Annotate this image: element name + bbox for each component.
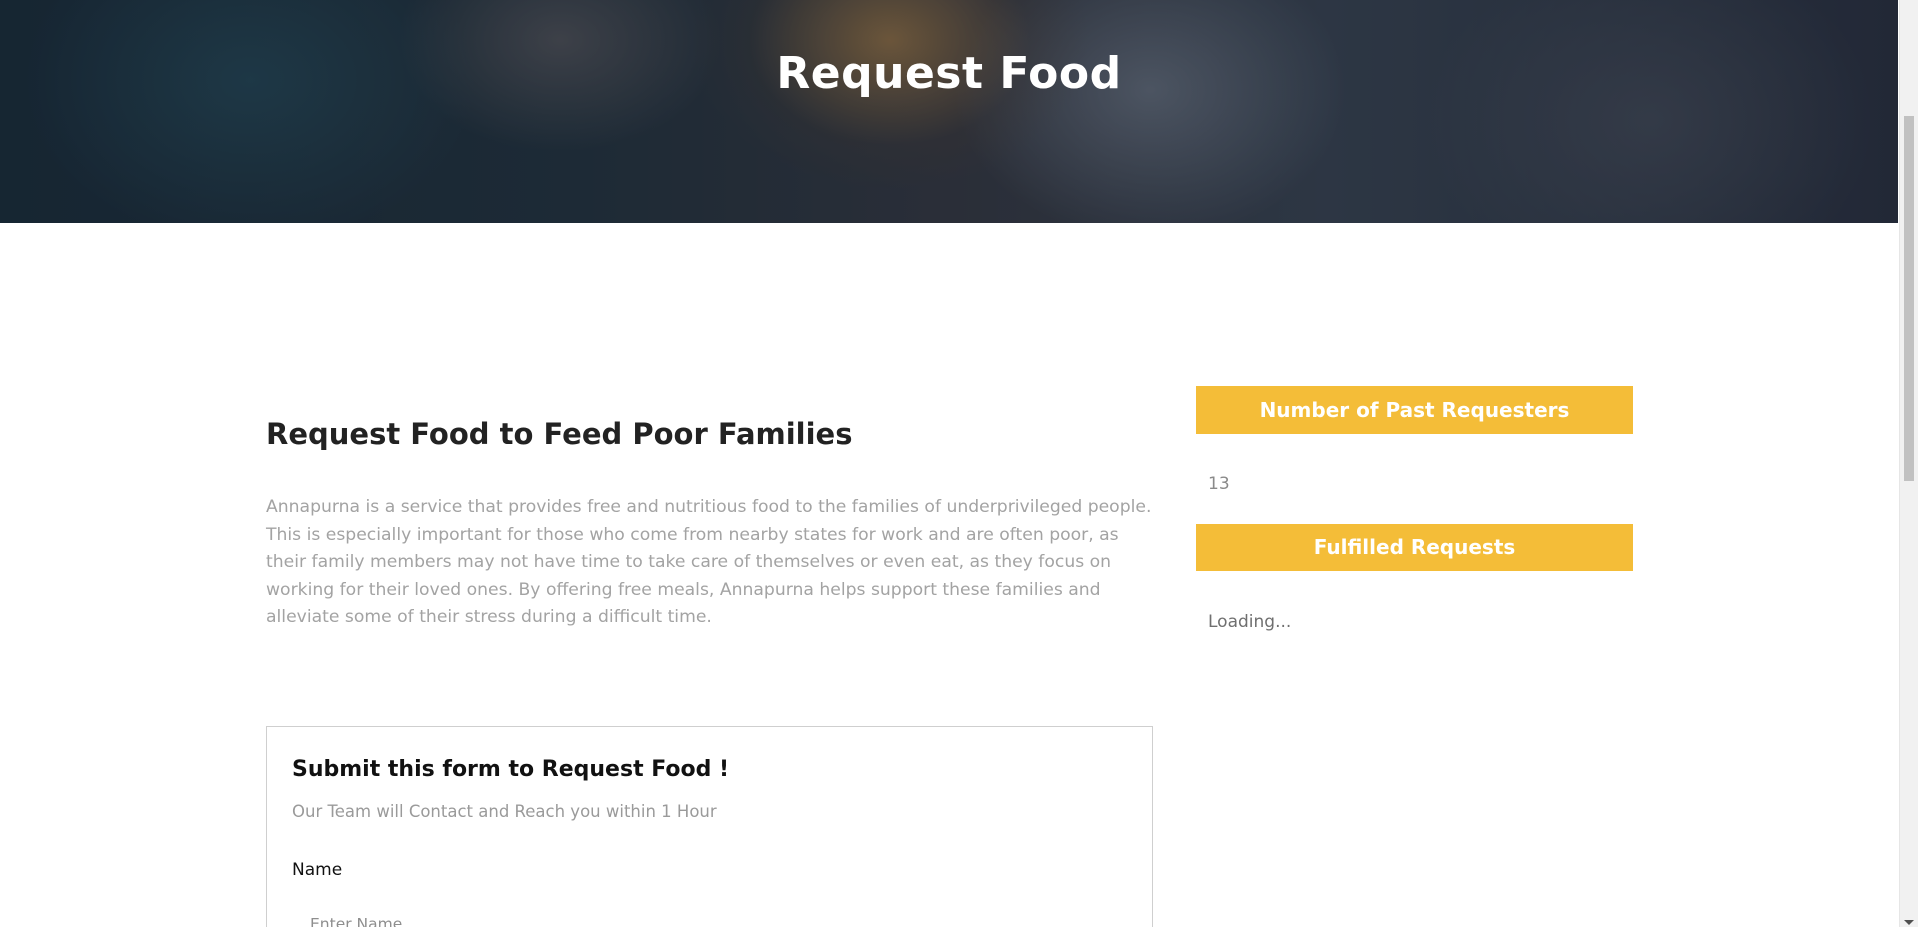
past-requesters-banner: Number of Past Requesters: [1196, 386, 1633, 434]
past-requesters-count: 13: [1208, 474, 1230, 494]
page-heading: Request Food to Feed Poor Families: [266, 417, 853, 451]
hero-banner: Request Food: [0, 0, 1898, 223]
fulfilled-requests-status: Loading...: [1208, 612, 1292, 632]
form-subtitle: Our Team will Contact and Reach you with…: [292, 802, 717, 821]
name-input[interactable]: [292, 904, 1127, 927]
vertical-scrollbar[interactable]: [1899, 0, 1918, 927]
name-label: Name: [292, 860, 343, 880]
intro-paragraph: Annapurna is a service that provides fre…: [266, 497, 1152, 627]
page: Request Food Request Food to Feed Poor F…: [0, 0, 1918, 927]
fulfilled-requests-banner: Fulfilled Requests: [1196, 524, 1633, 571]
form-title: Submit this form to Request Food !: [292, 757, 730, 782]
request-form: Submit this form to Request Food ! Our T…: [266, 726, 1153, 927]
chevron-down-icon[interactable]: [1904, 920, 1914, 925]
hero-title: Request Food: [776, 48, 1122, 100]
scrollbar-thumb[interactable]: [1904, 116, 1914, 481]
